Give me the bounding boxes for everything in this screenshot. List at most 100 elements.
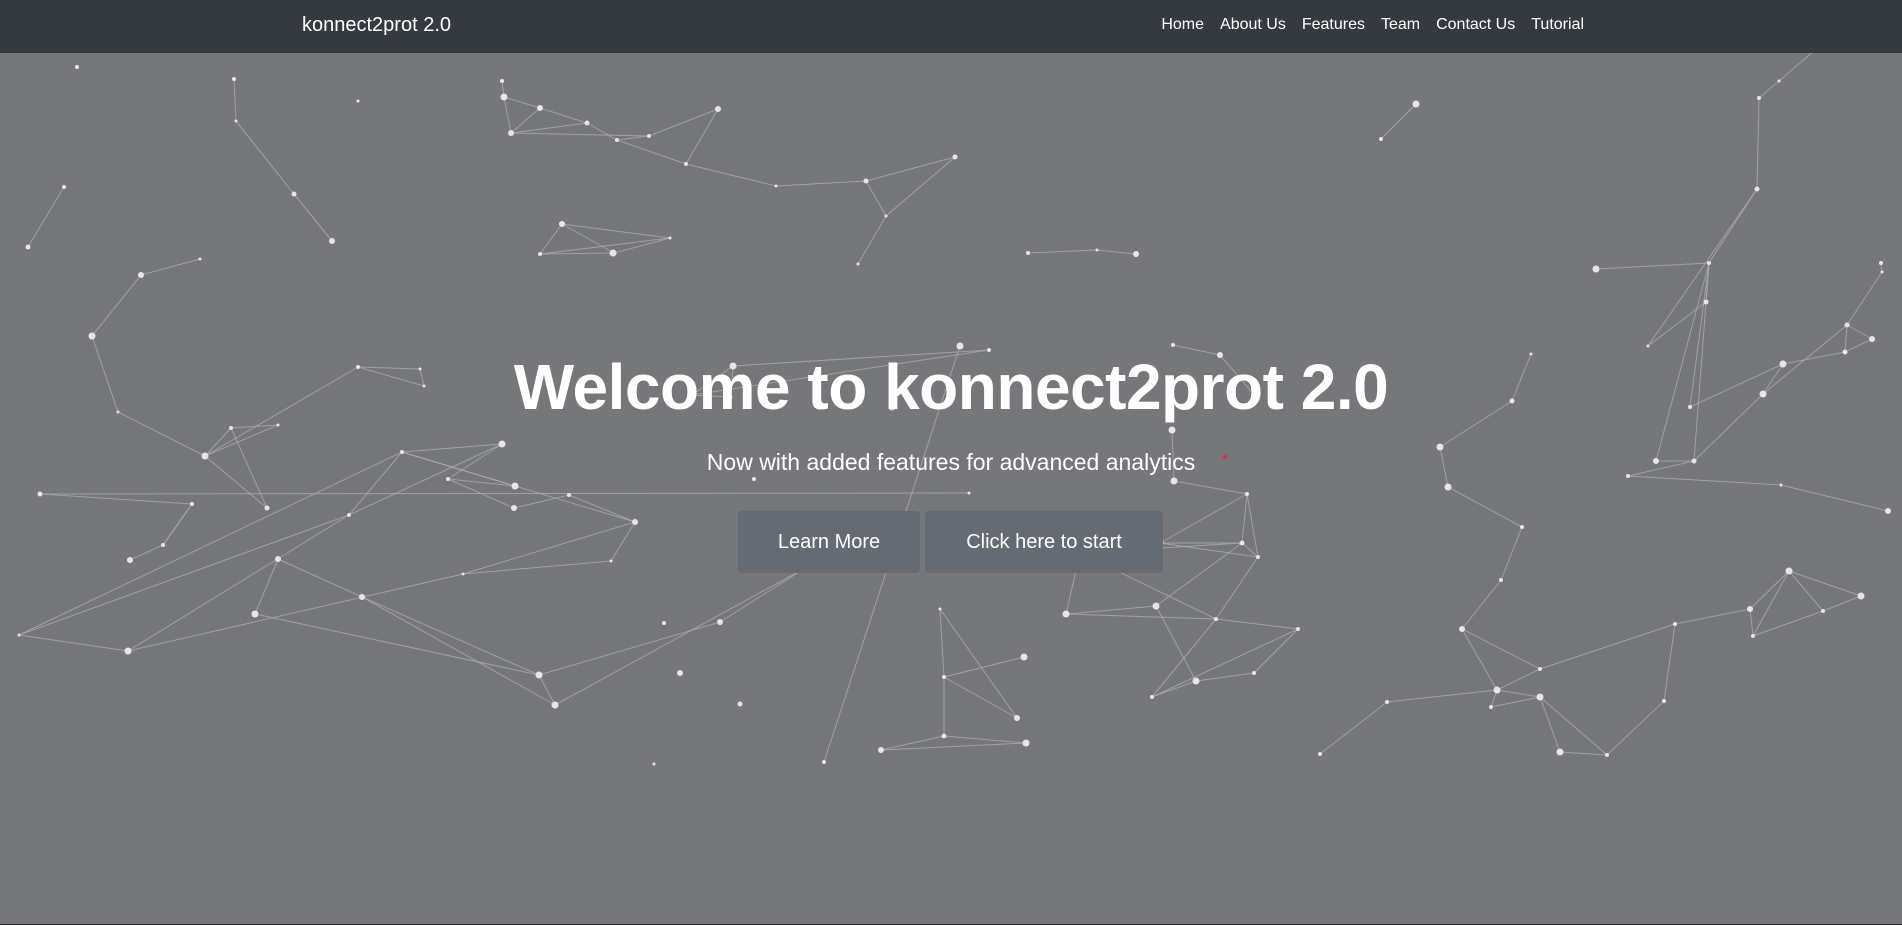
- network-node: [774, 184, 778, 188]
- network-node: [942, 675, 946, 679]
- network-edge: [1490, 696, 1541, 708]
- network-edge: [568, 494, 636, 523]
- network-edge: [1195, 672, 1255, 682]
- network-node: [1844, 322, 1850, 328]
- network-node: [161, 543, 165, 547]
- network-edge: [510, 122, 588, 134]
- network-node: [1821, 609, 1825, 613]
- network-node: [1879, 261, 1883, 265]
- nav-menu: Home About Us Features Team Contact Us T…: [1153, 0, 1592, 50]
- network-node: [500, 93, 508, 101]
- hero-section: Welcome to konnect2prot 2.0 Now with add…: [0, 53, 1902, 924]
- network-edge: [685, 108, 719, 165]
- start-button[interactable]: Click here to start: [925, 511, 1163, 573]
- network-edge: [18, 634, 129, 652]
- network-node: [347, 513, 351, 517]
- network-edge: [140, 258, 201, 276]
- network-edge: [162, 503, 193, 546]
- network-node: [1239, 540, 1245, 546]
- brand-link[interactable]: konnect2prot 2.0: [302, 0, 451, 53]
- network-node: [1779, 483, 1783, 487]
- network-node: [684, 162, 688, 166]
- network-edge: [503, 96, 541, 109]
- network-edge: [1496, 668, 1541, 691]
- network-node: [1646, 344, 1650, 348]
- network-node: [446, 477, 450, 481]
- network-node: [1747, 606, 1753, 612]
- network-node: [1538, 667, 1542, 671]
- network-node: [715, 106, 721, 112]
- network-edge: [586, 122, 618, 141]
- network-node: [1385, 700, 1389, 704]
- network-edge: [1386, 689, 1498, 703]
- network-edge: [939, 608, 1018, 719]
- network-node: [878, 747, 884, 753]
- network-edge: [1749, 570, 1790, 610]
- network-node: [62, 185, 66, 189]
- network-node: [537, 105, 543, 111]
- network-node: [232, 77, 236, 81]
- network-edge: [539, 252, 615, 255]
- network-node: [1785, 567, 1793, 575]
- network-edge: [1844, 324, 1848, 353]
- network-edge: [1752, 610, 1824, 637]
- network-node: [668, 236, 672, 240]
- network-node: [1605, 753, 1609, 757]
- network-edge: [943, 676, 1018, 719]
- network-edge: [616, 135, 650, 141]
- network-node: [1170, 477, 1178, 485]
- network-node: [461, 572, 465, 576]
- learn-more-button[interactable]: Learn More: [738, 511, 920, 573]
- network-edge: [1253, 628, 1299, 674]
- network-edge: [1663, 623, 1676, 702]
- network-edge: [361, 596, 540, 676]
- network-edge: [1822, 595, 1862, 612]
- network-edge: [648, 108, 719, 137]
- network-edge: [1756, 97, 1760, 190]
- network-node: [264, 505, 270, 511]
- network-edge: [1380, 103, 1417, 140]
- network-node: [677, 670, 683, 676]
- nav-link-contact-us[interactable]: Contact Us: [1428, 16, 1523, 34]
- nav-link-home[interactable]: Home: [1153, 16, 1212, 34]
- nav-link-features[interactable]: Features: [1294, 16, 1373, 34]
- network-edge: [1027, 249, 1098, 254]
- network-node: [1062, 610, 1070, 618]
- network-edge: [91, 274, 142, 337]
- network-edge: [1461, 579, 1502, 630]
- network-node: [1751, 634, 1755, 638]
- network-node: [662, 621, 666, 625]
- nav-link-team[interactable]: Team: [1373, 16, 1428, 34]
- network-edge: [1780, 484, 1889, 512]
- nav-link-tutorial[interactable]: Tutorial: [1523, 16, 1592, 34]
- network-node: [75, 65, 79, 69]
- network-node: [251, 610, 259, 618]
- network-node: [822, 760, 826, 764]
- network-edge: [880, 742, 1027, 751]
- network-edge: [538, 621, 721, 676]
- hero-subtitle: Now with added features for advanced ana…: [706, 449, 1196, 475]
- network-edge: [235, 120, 295, 195]
- network-node: [1673, 622, 1677, 626]
- network-edge: [613, 237, 671, 254]
- network-node: [1754, 186, 1760, 192]
- network-node: [1520, 525, 1524, 529]
- network-edge: [277, 558, 363, 598]
- network-edge: [1674, 608, 1751, 625]
- network-node: [1556, 748, 1564, 756]
- network-edge: [39, 493, 193, 505]
- network-node: [356, 99, 360, 103]
- network-node: [1152, 602, 1160, 610]
- network-edge: [775, 180, 867, 187]
- network-node: [584, 120, 590, 126]
- network-node: [500, 79, 504, 83]
- network-node: [632, 519, 638, 525]
- network-edge: [1846, 271, 1883, 326]
- network-node: [1757, 96, 1761, 100]
- network-node: [498, 440, 506, 448]
- nav-link-about-us[interactable]: About Us: [1212, 16, 1294, 34]
- network-node: [559, 221, 565, 227]
- network-node: [511, 505, 517, 511]
- network-node: [952, 154, 958, 160]
- particle-network-background: [17, 53, 1891, 766]
